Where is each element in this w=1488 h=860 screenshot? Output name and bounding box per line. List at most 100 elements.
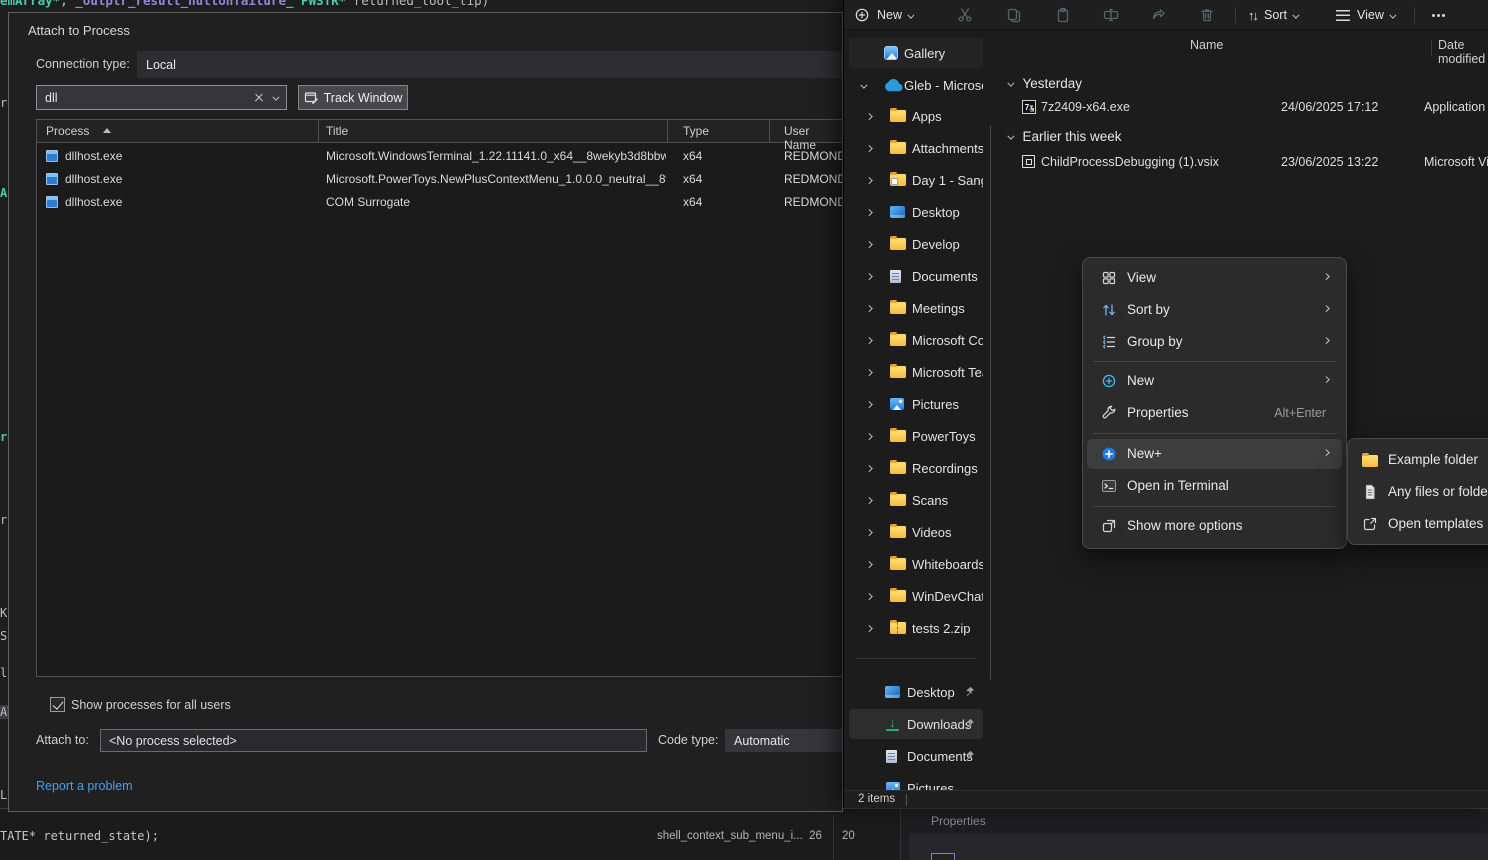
chevron-right-icon[interactable] [866, 241, 872, 247]
sort-arrows-icon: ↑↓ [1248, 8, 1257, 23]
chevron-right-icon[interactable] [866, 529, 872, 535]
sidebar-item-gallery[interactable]: Gallery [849, 38, 983, 68]
code-fragment: re [0, 513, 8, 527]
chevron-right-icon[interactable] [866, 433, 872, 439]
menu-item-new[interactable]: New [1087, 366, 1342, 396]
menu-item-properties[interactable]: Properties Alt+Enter [1087, 398, 1342, 428]
menu-item-show-more[interactable]: Show more options [1087, 511, 1342, 541]
chevron-right-icon[interactable] [866, 369, 872, 375]
cut-icon[interactable] [957, 0, 973, 30]
clear-filter-icon[interactable] [252, 91, 266, 105]
chevron-right-icon[interactable] [866, 593, 872, 599]
menu-item-sort-by[interactable]: Sort by [1087, 295, 1342, 325]
chevron-right-icon[interactable] [866, 273, 872, 279]
share-icon[interactable] [1151, 0, 1167, 30]
menu-item-open-terminal[interactable]: Open in Terminal [1087, 471, 1342, 501]
group-header-yesterday[interactable]: Yesterday [1009, 72, 1082, 94]
sidebar-item-meetings[interactable]: Meetings [849, 293, 983, 323]
chevron-right-icon[interactable] [866, 177, 872, 183]
sidebar-item-pictures[interactable]: Pictures [849, 389, 983, 419]
process-row[interactable]: dllhost.exe COM Surrogate x64 REDMOND [37, 191, 843, 214]
menu-item-group-by[interactable]: Group by [1087, 327, 1342, 357]
attach-to-input[interactable] [101, 730, 646, 751]
column-header-name[interactable]: Name [1190, 38, 1223, 52]
process-row[interactable]: dllhost.exe Microsoft.WindowsTerminal_1.… [37, 145, 843, 168]
report-problem-link[interactable]: Report a problem [36, 779, 133, 793]
filter-dropdown-icon[interactable] [273, 94, 279, 100]
view-button[interactable]: View [1336, 0, 1395, 30]
chevron-right-icon[interactable] [866, 145, 872, 151]
sidebar-item-apps[interactable]: Apps [849, 101, 983, 131]
chevron-right-icon[interactable] [866, 337, 872, 343]
sidebar-item-whiteboards[interactable]: Whiteboards [849, 549, 983, 579]
menu-item-view[interactable]: View [1087, 263, 1342, 293]
sidebar-item-day1[interactable]: Day 1 - Sangee [849, 165, 983, 195]
codelens-reference[interactable]: shell_context_sub_menu_i... 26 [657, 830, 822, 842]
track-window-button[interactable]: Track Window [298, 85, 408, 110]
code-type-combobox[interactable]: Automatic [725, 729, 843, 752]
process-filter-combobox[interactable] [36, 85, 287, 110]
chevron-right-icon[interactable] [866, 497, 872, 503]
sidebar-item-microsoft-cop[interactable]: Microsoft Cop [849, 325, 983, 355]
new-button[interactable]: New [854, 0, 914, 30]
process-filter-input[interactable] [37, 91, 252, 105]
code-fragment: ra [0, 430, 8, 444]
nav-scrollbar[interactable] [990, 125, 991, 680]
chevron-right-icon[interactable] [866, 305, 872, 311]
submenu-item-open-templates[interactable]: Open templates [1352, 509, 1488, 539]
chevron-collapse-icon[interactable] [1008, 80, 1014, 86]
pin-icon [964, 686, 975, 697]
menu-item-new-plus[interactable]: New+ [1087, 439, 1342, 469]
sidebar-item-microsoft-tear[interactable]: Microsoft Tear [849, 357, 983, 387]
chevron-right-icon[interactable] [866, 113, 872, 119]
chevron-right-icon[interactable] [866, 209, 872, 215]
submenu-item-example-folder[interactable]: Example folder [1352, 445, 1488, 475]
chevron-expanded-icon[interactable] [861, 82, 867, 88]
sidebar-pinned-desktop[interactable]: Desktop [849, 677, 983, 707]
chevron-right-icon[interactable] [866, 561, 872, 567]
connection-type-combobox[interactable]: Local [137, 51, 843, 78]
sidebar-item-documents[interactable]: Documents [849, 261, 983, 291]
folder-shortcut-icon [890, 174, 906, 186]
sidebar-pinned-documents[interactable]: Documents [849, 741, 983, 771]
chevron-right-icon[interactable] [866, 401, 872, 407]
sidebar-item-desktop[interactable]: Desktop [849, 197, 983, 227]
column-header-date[interactable]: Date modified [1438, 38, 1488, 66]
show-all-users-checkbox[interactable] [50, 697, 65, 712]
sidebar-item-attachments[interactable]: Attachments [849, 133, 983, 163]
sidebar-item-develop[interactable]: Develop [849, 229, 983, 259]
sidebar-item-recordings[interactable]: Recordings [849, 453, 983, 483]
sidebar-pinned-pictures[interactable]: Pictures [849, 773, 983, 790]
sidebar-pinned-downloads[interactable]: ↓Downloads [849, 709, 983, 739]
dllhost-icon [46, 150, 58, 162]
download-icon: ↓ [886, 717, 899, 731]
properties-panel-control[interactable] [931, 853, 955, 860]
column-header-title[interactable]: Title [326, 124, 348, 138]
process-row[interactable]: dllhost.exe Microsoft.PowerToys.NewPlusC… [37, 168, 843, 191]
rename-icon[interactable] [1103, 0, 1119, 30]
folder-icon [890, 590, 906, 602]
file-row-7zip[interactable]: 7z 7z2409-x64.exe 24/06/2025 17:12 Appli… [1001, 95, 1488, 119]
chevron-right-icon[interactable] [866, 465, 872, 471]
more-options-icon[interactable] [1432, 0, 1435, 30]
group-header-earlier[interactable]: Earlier this week [1009, 125, 1122, 147]
sort-button[interactable]: ↑↓ Sort [1248, 0, 1298, 30]
attach-to-field[interactable] [100, 729, 647, 752]
sidebar-item-scans[interactable]: Scans [849, 485, 983, 515]
submenu-item-any-files[interactable]: Any files or folde [1352, 477, 1488, 507]
sidebar-item-tests-zip[interactable]: tests 2.zip [849, 613, 983, 643]
file-row-vsix[interactable]: ChildProcessDebugging (1).vsix 23/06/202… [1001, 150, 1488, 174]
sidebar-item-powertoys[interactable]: PowerToys [849, 421, 983, 451]
paste-icon[interactable] [1055, 0, 1071, 30]
column-header-type[interactable]: Type [683, 124, 709, 138]
sidebar-item-videos[interactable]: Videos [849, 517, 983, 547]
folder-icon [890, 334, 906, 346]
delete-icon[interactable] [1199, 0, 1215, 30]
dllhost-icon [46, 173, 58, 185]
chevron-collapse-icon[interactable] [1008, 133, 1014, 139]
sidebar-item-onedrive[interactable]: Gleb - Microsof [849, 70, 983, 100]
chevron-right-icon[interactable] [866, 625, 872, 631]
sidebar-item-windevchat[interactable]: WinDevChat c [849, 581, 983, 611]
column-header-process[interactable]: Process [46, 124, 89, 138]
copy-icon[interactable] [1006, 0, 1022, 30]
